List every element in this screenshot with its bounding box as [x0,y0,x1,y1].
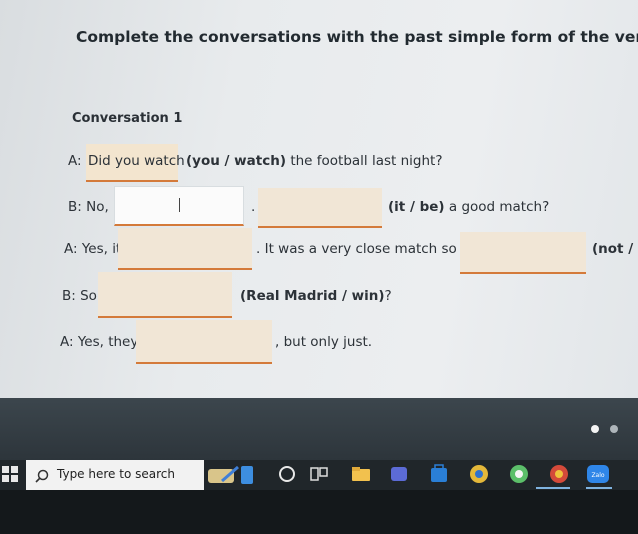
chrome-icon[interactable] [548,463,570,485]
answer-box-4[interactable] [118,228,252,270]
taskbar-search-input[interactable]: Type here to search [26,460,204,490]
verb-hint: (Real Madrid / win) [240,288,385,304]
dot-inactive[interactable] [610,425,618,433]
line-2-rest: (it / be) a good match? [388,197,549,217]
speaker-label: B: No, I [68,199,118,215]
start-icon[interactable] [2,466,18,482]
conversation-label: Conversation 1 [72,111,183,126]
pagination-dots [585,418,618,437]
search-placeholder: Type here to search [57,467,175,481]
punctuation: . [251,199,256,215]
answer-box-7[interactable] [136,320,272,364]
file-explorer-icon[interactable] [350,463,372,485]
line-text: the football last night? [290,153,443,169]
answer-box-5[interactable] [460,232,586,274]
exercise-page: Complete the conversations with the past… [0,0,638,398]
line-text: . It was a very close match so you [256,241,486,257]
verb-hint: (you / watch) [186,153,287,169]
store-icon[interactable] [428,463,450,485]
active-app-indicator [586,487,612,489]
answer-box-6[interactable] [98,272,232,318]
speaker-label: A: Yes, it [64,241,122,257]
widget-icon[interactable] [208,463,239,485]
browser-bottom-area [0,398,638,460]
answer-box-3[interactable] [258,188,382,228]
active-app-indicator [536,487,570,489]
search-icon [35,468,49,487]
line-1-rest: (you / watch) the football last night? [186,151,443,171]
verb-hint: (not / k [592,241,638,257]
text-cursor [179,198,180,212]
speaker-label: A: [68,153,82,169]
app-icon[interactable] [508,463,530,485]
speaker-label: A: Yes, they [60,334,139,350]
line-text: , but only just. [275,334,373,350]
task-view-icon[interactable] [308,463,330,485]
zalo-icon[interactable]: Zalo [586,463,610,485]
monitor-bezel [0,490,638,534]
file-icon[interactable] [238,463,260,485]
conversation-line-1: A: [68,151,82,171]
zalo-label: Zalo [591,472,604,479]
dot-active[interactable] [590,425,599,433]
speaker-label: B: So [62,288,97,304]
chrome-icon[interactable] [468,463,490,485]
line-4-rest: (Real Madrid / win)? [240,288,392,304]
line-text: a good match? [448,199,550,215]
verb-hint: (it / be) [388,199,445,215]
cortana-icon[interactable] [276,463,298,485]
page-title: Complete the conversations with the past… [76,28,638,46]
teams-icon[interactable] [388,463,410,485]
answer-text-1: Did you watch [88,153,185,169]
